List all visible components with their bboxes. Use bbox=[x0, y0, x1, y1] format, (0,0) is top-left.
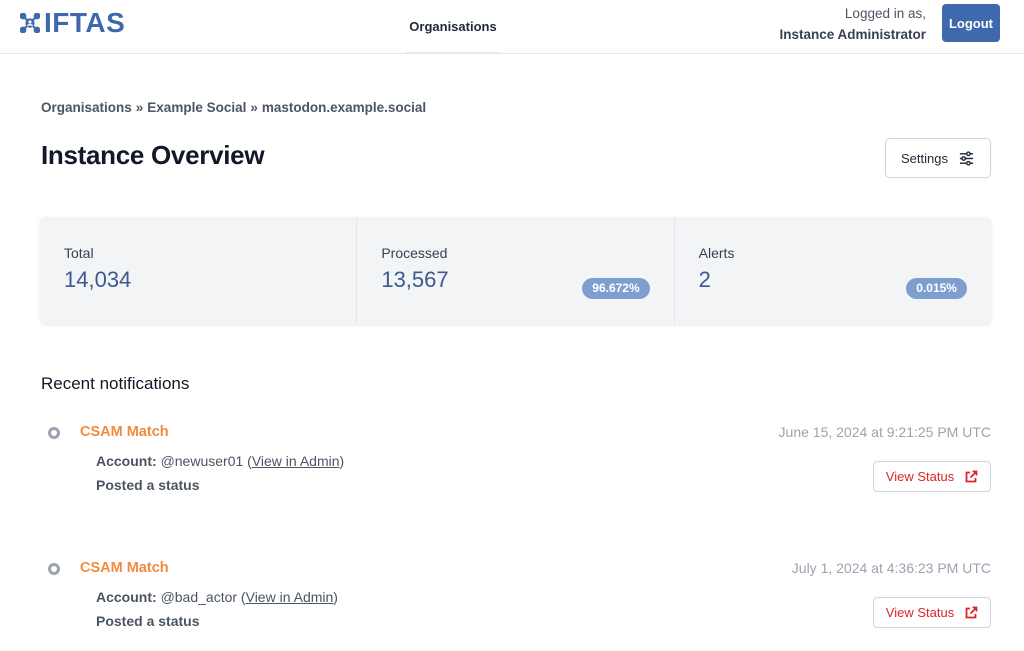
iftas-logo[interactable]: IFTAS bbox=[20, 8, 125, 38]
breadcrumb-organisations[interactable]: Organisations bbox=[41, 100, 132, 115]
timeline-dot-icon bbox=[48, 563, 60, 575]
notification-action: Posted a status bbox=[96, 613, 200, 629]
settings-label: Settings bbox=[901, 150, 948, 166]
view-status-label: View Status bbox=[885, 469, 955, 484]
notification-account: Account: @bad_actor (View in Admin) bbox=[96, 589, 338, 605]
logged-in-label: Logged in as, bbox=[844, 6, 926, 21]
notification-timestamp: July 1, 2024 at 4:36:23 PM UTC bbox=[791, 560, 991, 576]
notification-action: Posted a status bbox=[96, 477, 200, 493]
sliders-icon bbox=[959, 150, 974, 166]
breadcrumb-separator: » bbox=[250, 100, 258, 115]
login-info: Logged in as, Instance Administrator bbox=[779, 4, 926, 46]
notification-timestamp: June 15, 2024 at 9:21:25 PM UTC bbox=[778, 424, 991, 440]
notification-account: Account: @newuser01 (View in Admin) bbox=[96, 453, 345, 469]
breadcrumb-current-instance: mastodon.example.social bbox=[261, 100, 427, 115]
breadcrumb: Organisations» Example Social» mastodon.ex… bbox=[41, 100, 426, 115]
notification-item: CSAM Match July 1, 2024 at 4:36:23 PM UT… bbox=[40, 554, 991, 651]
account-handle: @newuser01 bbox=[160, 453, 244, 469]
logged-in-user: Instance Administrator bbox=[779, 27, 926, 42]
stat-total: Total 14,034 bbox=[40, 217, 356, 324]
network-node-icon bbox=[20, 13, 40, 33]
notification-item: CSAM Match June 15, 2024 at 9:21:25 PM U… bbox=[40, 418, 991, 518]
view-in-admin-link[interactable]: View in Admin bbox=[246, 589, 334, 605]
stat-processed: Processed 13,567 96.672% bbox=[356, 217, 673, 324]
stat-label: Alerts bbox=[698, 245, 735, 261]
breadcrumb-separator: » bbox=[135, 100, 144, 115]
view-in-admin-link[interactable]: View in Admin bbox=[252, 453, 340, 469]
notification-type: CSAM Match bbox=[80, 560, 169, 576]
view-status-button[interactable]: View Status bbox=[873, 597, 991, 628]
stat-value: 14,034 bbox=[64, 267, 132, 292]
stat-label: Total bbox=[64, 245, 94, 261]
account-label: Account: bbox=[96, 589, 157, 605]
notification-type: CSAM Match bbox=[80, 424, 169, 440]
breadcrumb-example-social[interactable]: Example Social bbox=[147, 100, 246, 115]
nav-organisations[interactable]: Organisations bbox=[406, 0, 500, 54]
external-link-icon bbox=[965, 606, 978, 618]
stat-label: Processed bbox=[381, 245, 448, 261]
logo-text: IFTAS bbox=[44, 7, 126, 38]
view-status-label: View Status bbox=[885, 605, 955, 620]
top-navbar: IFTAS Organisations Logged in as, Instan… bbox=[0, 0, 1024, 54]
logout-button[interactable]: Logout bbox=[942, 4, 1000, 42]
timeline-dot-icon bbox=[48, 427, 60, 439]
recent-notifications-heading: Recent notifications bbox=[41, 374, 190, 393]
view-status-button[interactable]: View Status bbox=[873, 461, 991, 492]
stats-panel: Total 14,034 Processed 13,567 96.672% Al… bbox=[40, 217, 991, 324]
stat-alerts: Alerts 2 0.015% bbox=[673, 217, 991, 324]
page-title: Instance Overview bbox=[41, 140, 265, 170]
percentage-badge: 0.015% bbox=[906, 278, 967, 299]
account-handle: @bad_actor bbox=[160, 589, 238, 605]
percentage-badge: 96.672% bbox=[582, 278, 650, 299]
settings-button[interactable]: Settings bbox=[885, 138, 991, 178]
external-link-icon bbox=[965, 470, 978, 482]
account-label: Account: bbox=[96, 453, 157, 469]
